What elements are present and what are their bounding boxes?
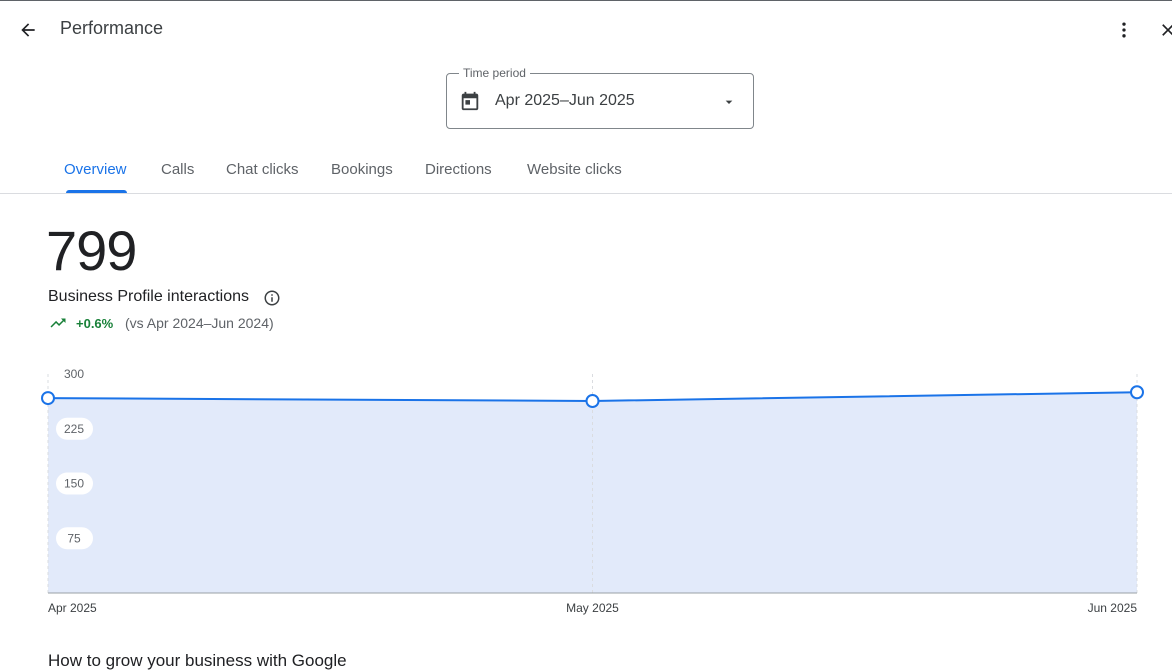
section-heading: How to grow your business with Google xyxy=(48,651,347,670)
arrow-drop-down-icon xyxy=(725,100,733,104)
close-icon xyxy=(1162,24,1172,36)
tab-calls[interactable]: Calls xyxy=(161,161,194,178)
more-vert-icon xyxy=(1122,22,1126,38)
y-tick-label: 75 xyxy=(67,531,81,545)
tab-overview[interactable]: Overview xyxy=(64,161,127,178)
interactions-chart: 300 225 150 75 Apr 2025 May 2025 Jun 2025 xyxy=(41,367,1144,615)
back-button[interactable] xyxy=(14,16,42,44)
time-period-label: Time period xyxy=(459,66,530,80)
tab-chat-clicks[interactable]: Chat clicks xyxy=(226,161,299,178)
total-interactions-value: 799 xyxy=(46,219,137,282)
more-options-button[interactable] xyxy=(1110,16,1138,44)
comparison-period: (vs Apr 2024–Jun 2024) xyxy=(125,315,274,331)
time-period-value: Apr 2025–Jun 2025 xyxy=(495,92,635,109)
tab-bookings[interactable]: Bookings xyxy=(331,161,393,178)
y-tick-label: 225 xyxy=(64,422,84,436)
x-tick-label: Apr 2025 xyxy=(48,601,97,615)
tab-bar: Overview Calls Chat clicks Bookings Dire… xyxy=(0,150,1172,194)
time-period-select[interactable]: Time period Apr 2025–Jun 2025 xyxy=(446,66,754,129)
metric-label: Business Profile interactions xyxy=(48,288,249,305)
info-icon[interactable] xyxy=(263,289,281,307)
tab-directions[interactable]: Directions xyxy=(425,161,492,178)
page-title: Performance xyxy=(60,18,164,38)
close-button[interactable] xyxy=(1158,16,1172,44)
calendar-icon xyxy=(461,91,479,111)
x-tick-label: Jun 2025 xyxy=(1088,601,1138,615)
active-tab-indicator xyxy=(66,190,127,193)
y-tick-label: 300 xyxy=(64,367,84,381)
top-bar: Performance xyxy=(0,0,1172,58)
trending-up-icon xyxy=(50,318,66,328)
chart-data-point xyxy=(1130,385,1144,400)
tab-website-clicks[interactable]: Website clicks xyxy=(527,161,622,178)
arrow-back-icon xyxy=(21,23,35,37)
y-tick-label: 150 xyxy=(64,477,84,491)
chart-data-point xyxy=(41,391,55,406)
chart-data-point xyxy=(585,394,600,409)
x-tick-label: May 2025 xyxy=(566,601,619,615)
change-percentage: +0.6% xyxy=(76,316,114,331)
